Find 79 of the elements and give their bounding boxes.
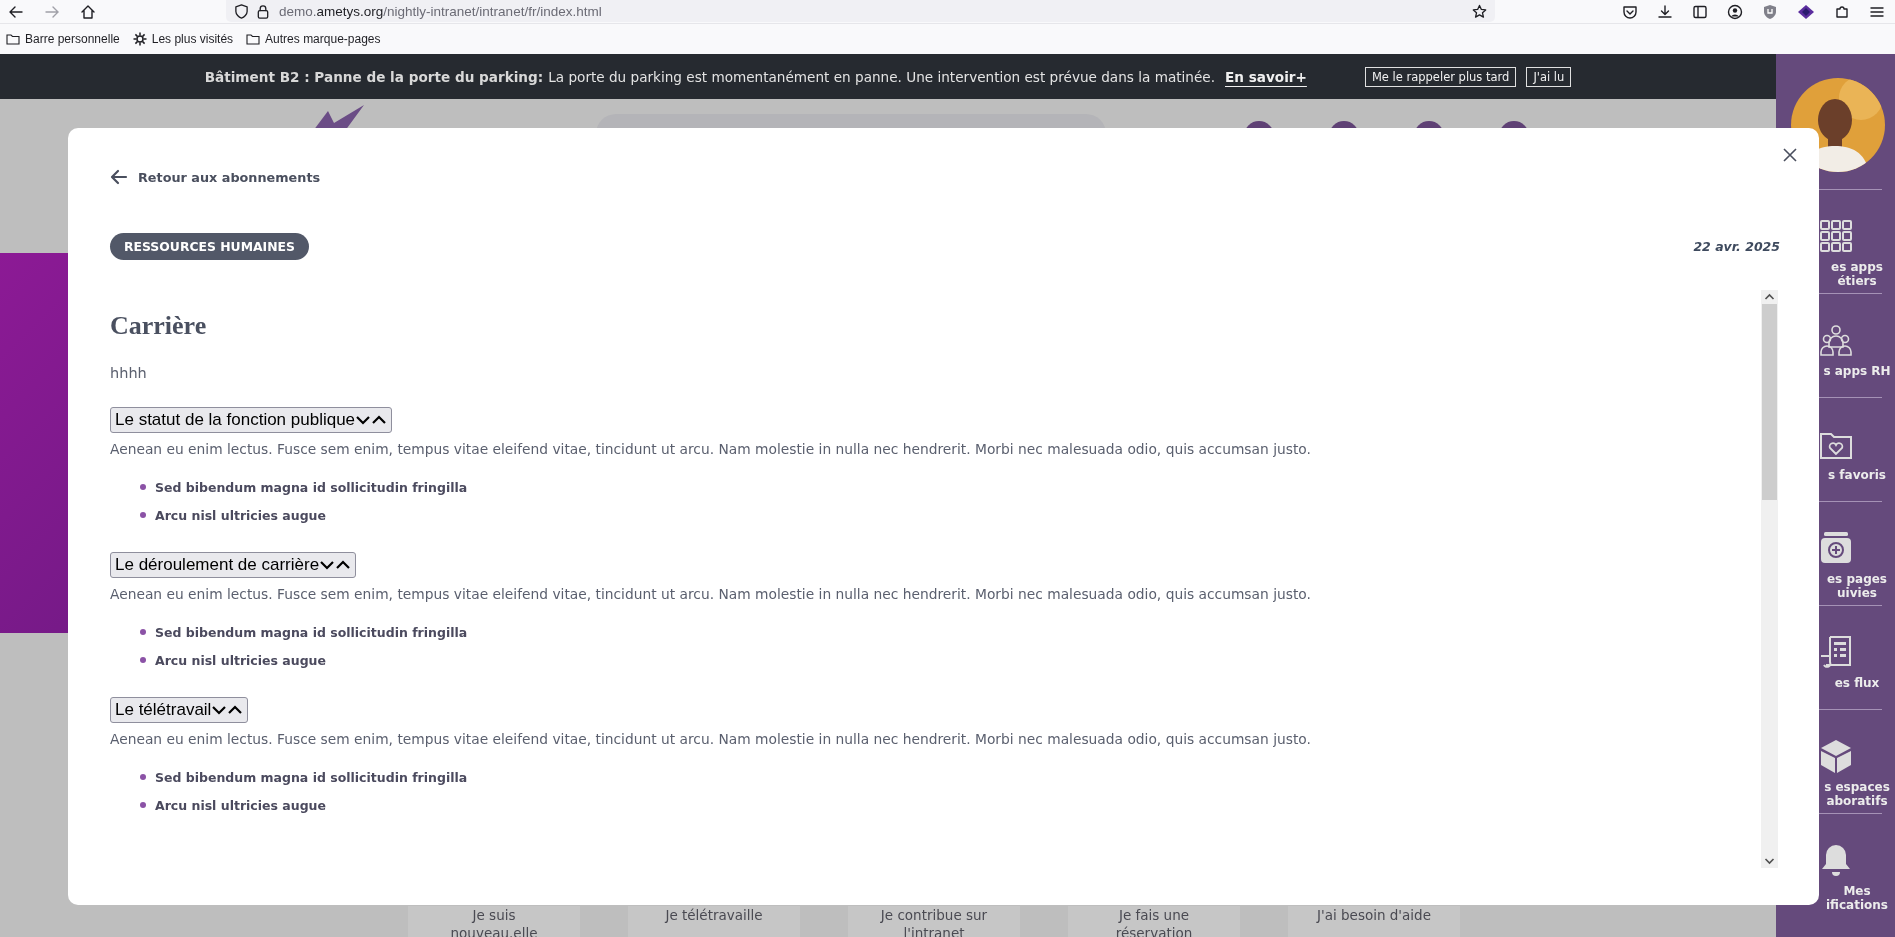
back-link-label[interactable]: Retour aux abonnements <box>138 169 321 185</box>
accordion-button[interactable]: Le statut de la fonction publique <box>110 407 393 433</box>
bullet-text: Arcu nisl ultricies augue <box>155 507 326 523</box>
bookmark-star-icon[interactable] <box>1472 3 1487 19</box>
shortcut-tile[interactable]: Je télétravaille <box>628 906 800 937</box>
sidebar-label: uivies <box>1836 586 1878 600</box>
sidebar-label: aboratifs <box>1825 794 1889 808</box>
back-link[interactable]: Retour aux abonnements <box>110 167 321 187</box>
folder-icon[interactable] <box>246 33 261 45</box>
bookmark-link[interactable]: Barre personnelle <box>25 32 120 46</box>
home-icon[interactable] <box>80 3 96 20</box>
sidebar-item[interactable]: es flux <box>1776 606 1895 709</box>
scrollbar-thumb[interactable] <box>1762 304 1777 500</box>
close-icon[interactable] <box>1783 148 1797 162</box>
scrollbar[interactable] <box>1761 290 1778 868</box>
shortcut-tile[interactable]: J'ai besoin d'aide <box>1288 906 1460 937</box>
publish-date: 22 avr. 2025 <box>1693 239 1780 254</box>
remind-later-button[interactable]: Me le rappeler plus tard <box>1364 66 1517 87</box>
bullet-icon <box>140 802 146 808</box>
sidebar-label: s espaces <box>1823 780 1891 794</box>
chevron-up-icon <box>335 559 352 571</box>
chevron-down-icon <box>355 414 372 426</box>
sidebar-item[interactable]: es pages uivies <box>1776 502 1895 605</box>
download-icon[interactable] <box>1657 3 1673 20</box>
url-text: demo.ametys.org/nightly-intranet/intranet/fr/index.html <box>279 3 603 19</box>
people-icon <box>1817 322 1854 358</box>
bullet-icon <box>140 657 146 663</box>
bookmark-link[interactable]: Autres marque-pages <box>265 32 381 46</box>
bullet-icon <box>140 484 146 490</box>
chevron-down-icon <box>319 559 336 571</box>
extensions-icon[interactable] <box>1834 3 1850 20</box>
sidebar-label: s favoris <box>1827 468 1887 482</box>
sidebar-label: s apps RH <box>1822 364 1892 378</box>
bullet-icon <box>140 774 146 780</box>
sidebar-item[interactable]: s espaces aboratifs <box>1776 710 1895 813</box>
article-title: Carrière <box>110 311 208 341</box>
sidebar-label: ifications <box>1825 898 1889 912</box>
section-text: Aenean eu enim lectus. Fusce sem enim, tempus vitae eleifend vitae, tincidunt ut arcu. Nam molestie in nulla nec hendrerit. Morbi nec malesuada odio, quis accumsan justo. <box>110 585 1312 604</box>
gear-icon[interactable] <box>132 32 147 46</box>
account-icon[interactable] <box>1727 3 1743 20</box>
bullet-text: Arcu nisl ultricies augue <box>155 652 326 668</box>
mark-read-button[interactable]: J'ai lu <box>1526 66 1572 87</box>
bullet-text: Sed bibendum magna id sollicitudin fringilla <box>155 624 468 640</box>
section-text: Aenean eu enim lectus. Fusce sem enim, tempus vitae eleifend vitae, tincidunt ut arcu. Nam molestie in nulla nec hendrerit. Morbi nec malesuada odio, quis accumsan justo. <box>110 440 1312 459</box>
bullet-icon <box>140 629 146 635</box>
bullet-icon <box>140 512 146 518</box>
shield-icon[interactable] <box>234 3 249 19</box>
bookmark-link[interactable]: Les plus visités <box>151 32 234 46</box>
sidebar-label: es pages <box>1826 572 1888 586</box>
sidebar-label: Mes <box>1842 884 1872 898</box>
shield-extension-icon[interactable] <box>1762 3 1778 20</box>
folder-icon[interactable] <box>6 33 20 45</box>
grid-icon <box>1817 218 1854 254</box>
sidebar-item[interactable]: s apps RH <box>1776 294 1895 397</box>
pocket-icon[interactable] <box>1622 3 1638 20</box>
sidebar-label: es flux <box>1833 676 1881 690</box>
category-tag: RESSOURCES HUMAINES <box>110 233 309 260</box>
lock-icon <box>256 3 270 19</box>
section-text: Aenean eu enim lectus. Fusce sem enim, tempus vitae eleifend vitae, tincidunt ut arcu. Nam molestie in nulla nec hendrerit. Morbi nec malesuada odio, quis accumsan justo. <box>110 730 1312 749</box>
chevron-up-icon <box>227 704 244 716</box>
sidebar-label: étiers <box>1836 274 1878 288</box>
intro-text: hhhh <box>110 364 148 383</box>
bullet-text: Arcu nisl ultricies augue <box>155 797 326 813</box>
accordion-button[interactable]: Le télétravail <box>110 697 249 723</box>
diamond-extension-icon[interactable] <box>1797 3 1815 20</box>
sidebar-item[interactable]: Mes ifications <box>1776 814 1895 917</box>
accordion-button[interactable]: Le déroulement de carrière <box>110 552 357 578</box>
address-field[interactable]: demo.ametys.org/nightly-intranet/intranet/fr/index.html <box>226 0 1495 22</box>
learn-more-link[interactable]: En savoir+ <box>1225 68 1307 85</box>
alert-message: La porte du parking est momentanément en panne. Une intervention est prévue dans la matinée. <box>548 68 1215 85</box>
bullet-text: Sed bibendum magna id sollicitudin fringilla <box>155 769 468 785</box>
chevron-down-icon <box>211 704 228 716</box>
arrow-left-icon <box>110 169 128 185</box>
sidebar-icon[interactable] <box>1692 3 1708 20</box>
sidebar-item[interactable]: s favoris <box>1776 398 1895 501</box>
bullet-text: Sed bibendum magna id sollicitudin fringilla <box>155 479 468 495</box>
chevron-up-icon <box>371 414 388 426</box>
alert-title: Bâtiment B2 : Panne de la porte du parking: <box>204 68 544 85</box>
sidebar-label: es apps <box>1830 260 1884 274</box>
